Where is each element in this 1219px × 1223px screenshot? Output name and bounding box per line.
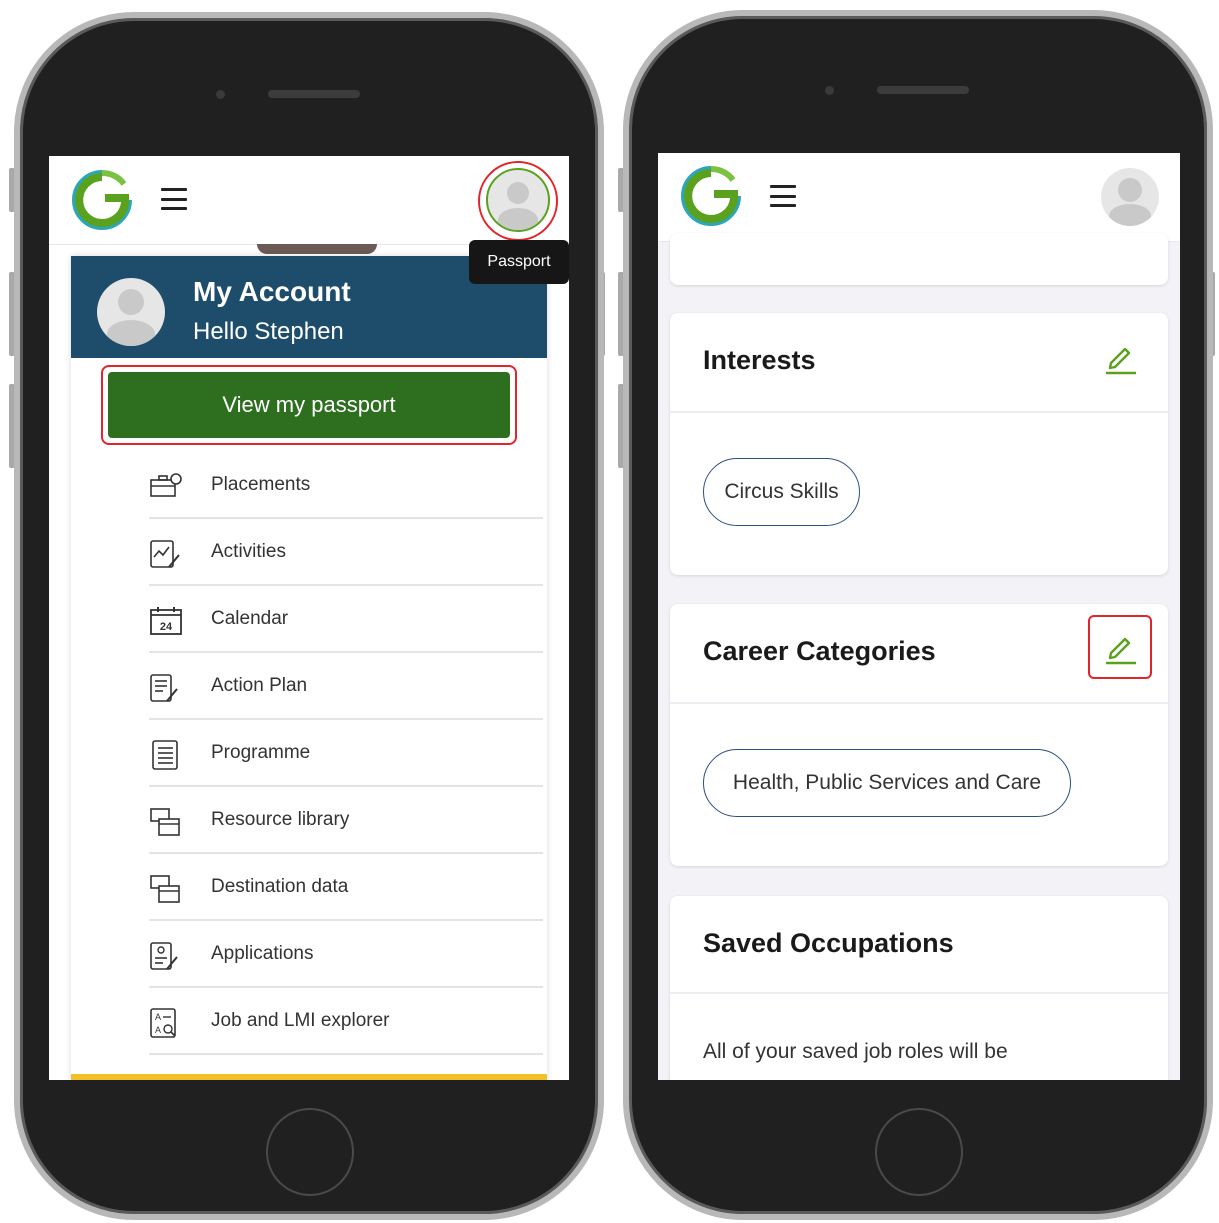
menu-item-label: Action Plan xyxy=(211,675,308,696)
passport-tooltip: Passport xyxy=(469,240,569,284)
speaker xyxy=(877,86,969,94)
destination-data-icon xyxy=(150,875,180,903)
menu-item-label: Calendar xyxy=(211,608,289,629)
card-divider xyxy=(670,992,1168,994)
home-button[interactable] xyxy=(875,1108,963,1196)
menu-item-programme[interactable]: Programme xyxy=(149,720,543,787)
edit-interests-pencil-icon[interactable] xyxy=(1103,341,1137,375)
g-logo-icon[interactable] xyxy=(69,167,135,233)
right-phone-screen: Interests Circus Skills Career Categorie… xyxy=(658,153,1180,1080)
interest-chip[interactable]: Circus Skills xyxy=(703,458,860,526)
resource-library-icon xyxy=(150,808,180,836)
passport-button-highlight xyxy=(101,365,517,445)
edit-icon-highlight xyxy=(1088,615,1152,679)
left-phone-screen: My Account Hello Stephen View my passpor… xyxy=(49,156,569,1080)
menu-item-label: Resource library xyxy=(211,809,350,830)
job-explorer-icon: AA xyxy=(150,1008,176,1038)
saved-occupations-body: All of your saved job roles will be xyxy=(703,1040,1008,1063)
passport-avatar[interactable] xyxy=(1101,168,1159,226)
career-categories-card: Career Categories Health, Public Service… xyxy=(670,604,1168,866)
menu-item-calendar[interactable]: 24 Calendar xyxy=(149,586,543,653)
card-divider xyxy=(670,411,1168,413)
camera xyxy=(825,86,834,95)
applications-icon xyxy=(150,942,178,970)
programme-icon xyxy=(152,740,178,770)
menu-item-job-explorer[interactable]: AA Job and LMI explorer xyxy=(149,988,543,1055)
menu-item-activities[interactable]: Activities xyxy=(149,519,543,586)
placements-icon xyxy=(150,473,182,497)
menu-item-resource-library[interactable]: Resource library xyxy=(149,787,543,854)
card-divider xyxy=(670,702,1168,704)
menu-item-action-plan[interactable]: Action Plan xyxy=(149,653,543,720)
background-content xyxy=(257,244,377,254)
saved-occupations-title: Saved Occupations xyxy=(703,928,954,958)
previous-card xyxy=(670,233,1168,285)
home-button[interactable] xyxy=(266,1108,354,1196)
career-categories-title: Career Categories xyxy=(703,636,936,666)
hamburger-menu-icon[interactable] xyxy=(161,188,187,210)
interests-card: Interests Circus Skills xyxy=(670,313,1168,575)
action-plan-icon xyxy=(150,674,178,702)
saved-occupations-card: Saved Occupations All of your saved job … xyxy=(670,896,1168,1080)
hamburger-menu-icon[interactable] xyxy=(770,185,796,207)
top-bar xyxy=(658,153,1180,242)
menu-item-label: Placements xyxy=(211,474,311,495)
panel-bottom-accent xyxy=(71,1074,547,1080)
svg-text:A: A xyxy=(155,1025,161,1035)
menu-item-label: Applications xyxy=(211,943,314,964)
menu-item-applications[interactable]: Applications xyxy=(149,921,543,988)
menu-item-label: Programme xyxy=(211,742,311,763)
account-greeting: Hello Stephen xyxy=(193,318,344,345)
career-category-chip[interactable]: Health, Public Services and Care xyxy=(703,749,1071,817)
menu-item-label: Activities xyxy=(211,541,286,562)
speaker xyxy=(268,90,360,98)
menu-item-placements[interactable]: Placements xyxy=(149,452,543,519)
avatar-highlight xyxy=(478,161,558,241)
svg-text:A: A xyxy=(155,1012,161,1022)
account-panel: My Account Hello Stephen View my passpor… xyxy=(71,256,547,1080)
account-title: My Account xyxy=(193,276,351,307)
interests-title: Interests xyxy=(703,345,816,375)
menu-item-destination-data[interactable]: Destination data xyxy=(149,854,543,921)
menu-item-label: Destination data xyxy=(211,876,349,897)
account-avatar xyxy=(97,278,165,346)
menu-item-label: Job and LMI explorer xyxy=(211,1010,390,1031)
activities-icon xyxy=(150,540,180,568)
calendar-icon: 24 xyxy=(150,607,182,635)
svg-text:24: 24 xyxy=(160,621,173,633)
g-logo-icon[interactable] xyxy=(678,163,744,229)
camera xyxy=(216,90,225,99)
